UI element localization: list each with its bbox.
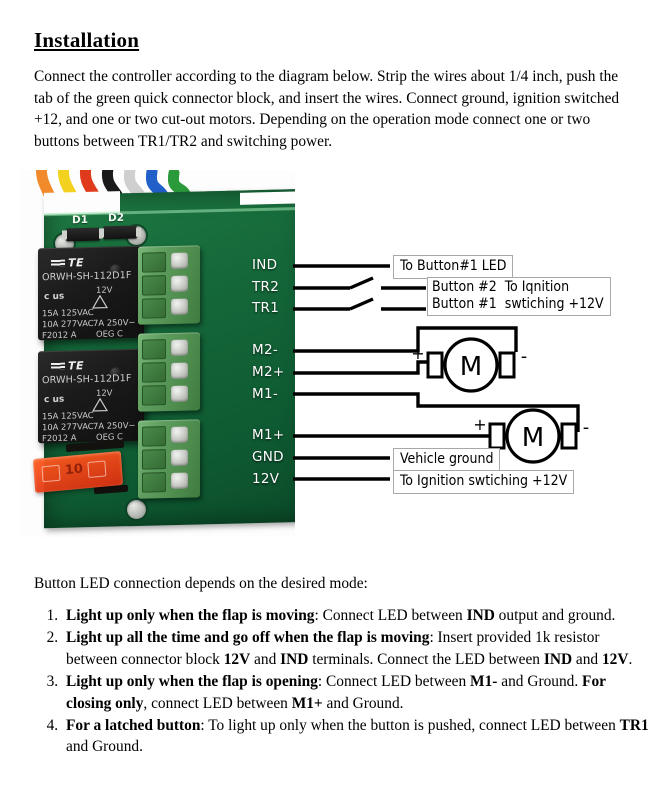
terminal-screw [171, 426, 188, 443]
motor-2-negative: - [583, 417, 590, 438]
diode-d2 [103, 225, 137, 240]
relay-part-number: ORWH-SH-112D1F [42, 373, 132, 387]
terminal-port [142, 298, 166, 319]
relay-warning-triangle [92, 294, 108, 309]
callout-vehicle-ground: Vehicle ground [393, 448, 501, 472]
relay-rating-1: 15A 125VAC [42, 306, 94, 319]
terminal-screw [171, 339, 188, 356]
motor-1-label: M [460, 352, 482, 382]
terminal-port [142, 472, 166, 493]
list-item: Light up all the time and go off when th… [62, 627, 653, 670]
callout-buttons-ignition: Button #2 Button #1 To Iqnition swtichin… [427, 277, 611, 316]
terminal-label-12v: 12V [252, 471, 280, 487]
terminal-screw [171, 472, 188, 489]
list-item: Light up only when the flap is moving: C… [62, 605, 653, 626]
silkscreen-d2: D2 [108, 211, 125, 225]
list-item: Light up only when the flap is opening: … [62, 671, 653, 714]
fuse-slot [41, 464, 61, 483]
installation-page: Installation Connect the controller acco… [0, 0, 653, 800]
terminal-screw [171, 385, 188, 402]
terminal-label-m2+: M2+ [252, 364, 285, 380]
relay-k1: TE ORWH-SH-112D1F 12V c us 15A 125VAC 10… [38, 245, 144, 341]
terminal-screw [171, 449, 188, 466]
motor-1-negative: - [521, 346, 528, 367]
callout-ignition-power: To Ignition swtiching +12V [393, 470, 575, 494]
relay-rating-3: F2012 A [42, 329, 77, 341]
callout-button-2: Button #2 [432, 279, 497, 295]
motor-symbol-1: M + - [411, 337, 528, 393]
relay-coil-voltage: 12V [96, 387, 113, 398]
callout-ignition-line1: To Iqnition [504, 279, 570, 295]
mounting-hole [127, 500, 146, 519]
switch-blade-tr1 [349, 297, 374, 311]
terminal-screw [171, 298, 188, 315]
terminal-label-gnd: GND [252, 449, 284, 465]
motor-1-positive: + [411, 344, 424, 363]
terminal-port [142, 449, 166, 470]
relay-agency-mark: c us [44, 291, 65, 303]
relay-agency-mark: c us [44, 394, 65, 406]
terminal-block-middle [138, 332, 200, 412]
relay-rating-2: 10A 277VAC [42, 317, 94, 330]
relay-brand: TE [68, 359, 85, 373]
relay-brand: TE [68, 256, 85, 270]
relay-rating-5: OEG C [96, 328, 123, 339]
terminal-port [142, 275, 166, 296]
terminal-port [142, 385, 166, 406]
callout-button-1: Button #1 [432, 296, 497, 312]
wire-m2-plus [293, 360, 428, 375]
terminal-label-m1+: M1+ [252, 427, 285, 443]
terminal-label-tr1: TR1 [252, 300, 280, 316]
terminal-screw [171, 362, 188, 379]
relay-rating-2: 10A 277VAC [42, 420, 94, 433]
terminal-screw [171, 252, 188, 269]
relay-k2: TE ORWH-SH-112D1F 12V c us 15A 125VAC 10… [38, 348, 144, 444]
relay-rating-1: 15A 125VAC [42, 409, 94, 422]
motor-2-positive: + [473, 415, 486, 434]
fuse-slot [87, 460, 107, 479]
fuse-rating: 10 [64, 461, 84, 479]
terminal-block-top [138, 245, 200, 325]
terminal-block-bottom [138, 419, 200, 499]
led-modes-lead: Button LED connection depends on the des… [34, 575, 368, 592]
intro-paragraph: Connect the controller according to the … [34, 68, 620, 150]
page-title: Installation [34, 28, 140, 52]
terminal-port [142, 426, 166, 447]
motor-2-label: M [522, 423, 544, 453]
relay-part-number: ORWH-SH-112D1F [42, 270, 132, 284]
switch-blade-tr2 [349, 276, 374, 290]
terminal-screw [171, 275, 188, 292]
silkscreen-d1: D1 [72, 213, 89, 227]
wire-m1-minus [293, 392, 580, 432]
diode-d1 [66, 227, 100, 242]
terminal-label-m1-: M1- [252, 386, 279, 402]
terminal-port [142, 339, 166, 360]
callout-ignition-line2: swtiching +12V [504, 296, 604, 312]
relay-rating-4: 7A 250V~ [93, 419, 136, 431]
relay-warning-triangle [92, 397, 108, 412]
pcb-notch-right [240, 191, 295, 205]
terminal-port [142, 362, 166, 383]
callout-ind-led: To Button#1 LED [393, 255, 514, 279]
wire-m2-minus [293, 326, 518, 353]
list-item: For a latched button: To light up only w… [62, 715, 653, 758]
relay-rating-3: F2012 A [42, 432, 77, 444]
led-modes-list: Light up only when the flap is moving: C… [34, 605, 653, 759]
terminal-label-ind: IND [252, 257, 278, 273]
relay-rating-4: 7A 250V~ [93, 316, 136, 328]
terminal-label-m2-: M2- [252, 342, 279, 358]
relay-coil-voltage: 12V [96, 284, 113, 295]
terminal-label-tr2: TR2 [252, 279, 280, 295]
terminal-port [142, 252, 166, 273]
